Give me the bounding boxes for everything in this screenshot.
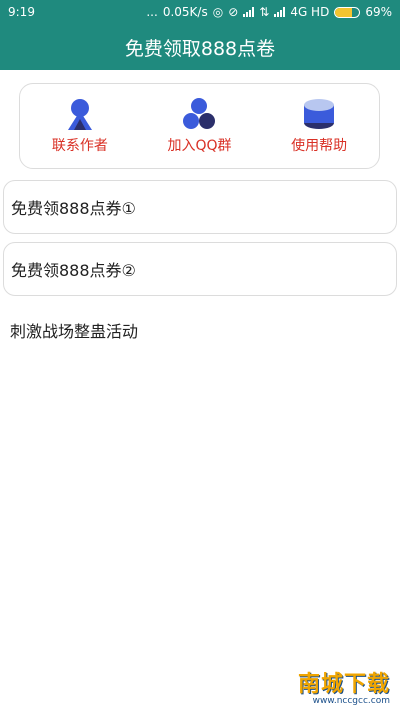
network-speed: 0.05K/s bbox=[162, 5, 208, 19]
status-time: 9:19 bbox=[8, 5, 35, 19]
join-qq-group-button[interactable]: 加入QQ群 bbox=[144, 97, 254, 155]
status-right: ... 0.05K/s ◎ ⊘ ⇅ 4G HD 69% bbox=[146, 5, 392, 19]
database-icon bbox=[304, 99, 335, 129]
free-888-coupon-1-card[interactable]: 免费领888点券① bbox=[3, 180, 397, 234]
status-bar: 9:19 ... 0.05K/s ◎ ⊘ ⇅ 4G HD 69% bbox=[0, 0, 400, 24]
hotspot-icon: ◎ bbox=[212, 5, 224, 19]
watermark-url: www.nccgcc.com bbox=[312, 696, 390, 706]
signal-4g-icon bbox=[274, 7, 286, 17]
battery-icon bbox=[334, 6, 361, 18]
battery-percent: 69% bbox=[365, 5, 392, 19]
prank-event-item[interactable]: 刺激战场整蛊活动 bbox=[10, 318, 138, 342]
card-label: 免费领888点券② bbox=[11, 261, 136, 280]
network-type: 4G HD bbox=[290, 5, 330, 19]
data-transfer-icon: ⇅ bbox=[259, 5, 270, 19]
signal-icon bbox=[243, 7, 255, 17]
person-icon bbox=[67, 99, 92, 130]
contact-author-label: 联系作者 bbox=[51, 138, 108, 154]
join-qq-group-label: 加入QQ群 bbox=[167, 138, 232, 154]
watermark-logo: 南城下载 www.nccgcc.com bbox=[298, 666, 390, 706]
battery-fill bbox=[335, 7, 352, 17]
usage-help-label: 使用帮助 bbox=[291, 138, 348, 154]
app-bar: 免费领取888点卷 bbox=[0, 24, 400, 70]
usage-help-button[interactable]: 使用帮助 bbox=[264, 97, 374, 155]
watermark-title: 南城下载 bbox=[297, 672, 390, 697]
free-888-coupon-2-card[interactable]: 免费领888点券② bbox=[3, 242, 397, 296]
list-item-label: 刺激战场整蛊活动 bbox=[10, 322, 139, 341]
status-dots: ... bbox=[146, 5, 158, 19]
alarm-off-icon: ⊘ bbox=[228, 5, 239, 19]
quick-actions-panel: 联系作者 加入QQ群 使用帮助 bbox=[19, 83, 380, 169]
group-icon bbox=[183, 98, 216, 129]
card-label: 免费领888点券① bbox=[11, 199, 136, 218]
page-title: 免费领取888点卷 bbox=[124, 37, 276, 60]
contact-author-button[interactable]: 联系作者 bbox=[25, 97, 135, 155]
